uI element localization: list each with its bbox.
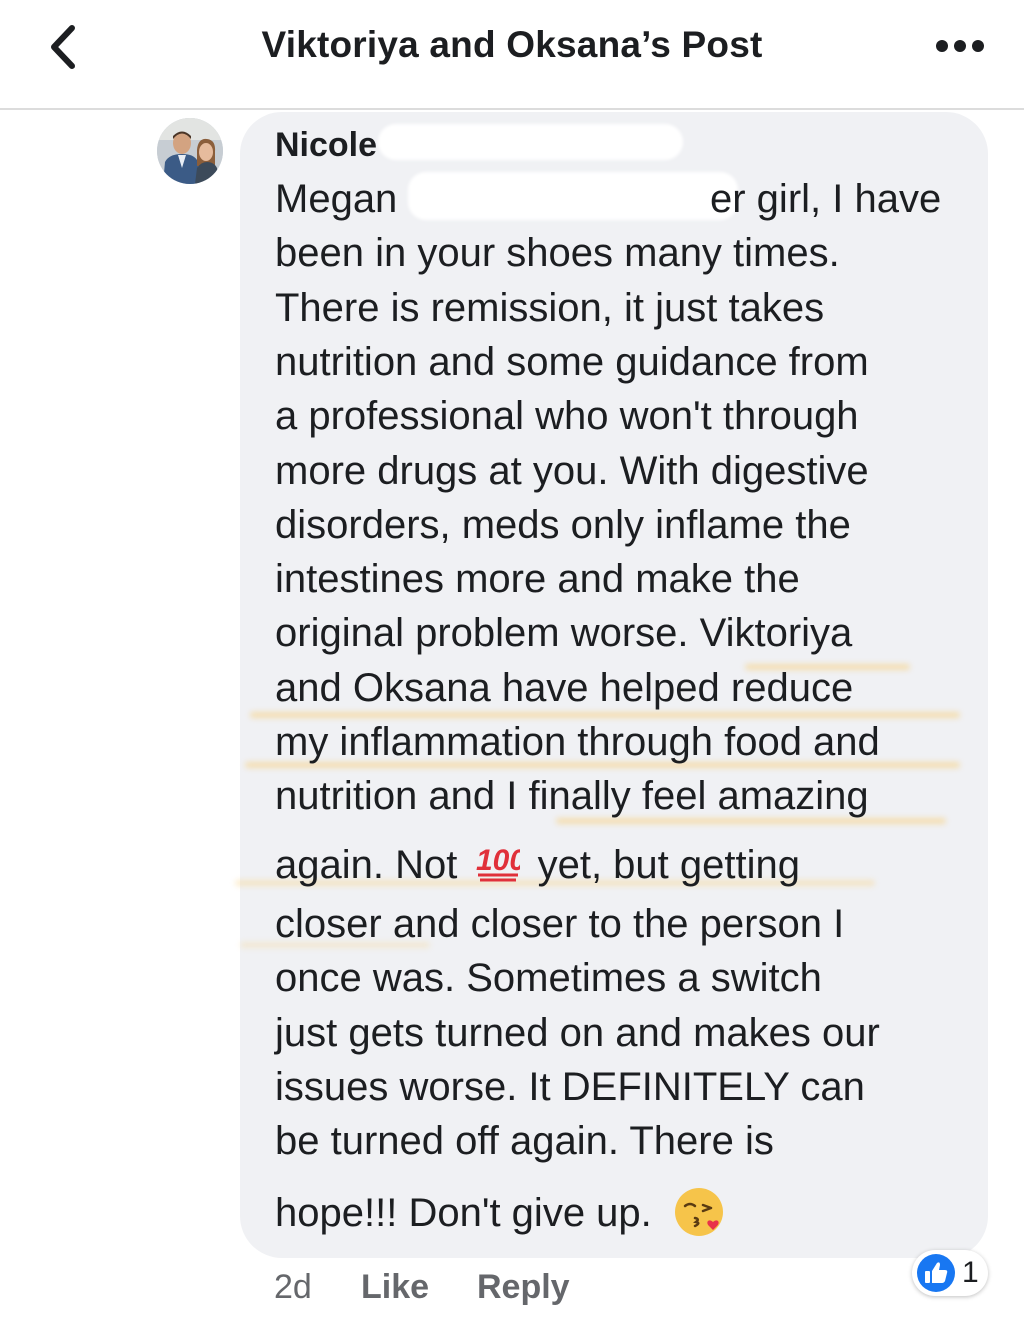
comment-line: disorders, meds only inflame the: [275, 503, 851, 547]
reply-button[interactable]: Reply: [477, 1268, 570, 1307]
comment-line: intestines more and make the: [275, 557, 800, 601]
comment-line: Megan: [275, 174, 397, 224]
comment-line: be turned off again. There is: [275, 1119, 774, 1163]
comment-timestamp: 2d: [274, 1268, 312, 1306]
comment-line: just gets turned on and makes our: [275, 1011, 880, 1055]
comment-line: nutrition and I finally feel amazing: [275, 774, 869, 818]
comment-line: hope!!! Don't give up.: [275, 1186, 725, 1238]
avatar[interactable]: [157, 118, 223, 184]
comment-line: issues worse. It DEFINITELY can: [275, 1065, 865, 1109]
comment-line: once was. Sometimes a switch: [275, 956, 822, 1000]
post-header: Viktoriya and Oksana’s Post: [0, 0, 1024, 110]
svg-text:100: 100: [476, 844, 520, 877]
comment-line: again. Not 100 yet, but getting: [275, 842, 800, 887]
redaction-mark: [378, 124, 683, 160]
mention-name[interactable]: Megan: [275, 177, 397, 221]
comment-line: been in your shoes many times.: [275, 231, 840, 275]
more-options-button[interactable]: [930, 30, 990, 64]
comment-line: original problem worse. Viktoriya: [275, 611, 853, 655]
like-thumb-icon: [917, 1254, 955, 1292]
like-button[interactable]: Like: [361, 1268, 429, 1307]
profile-photo: [157, 118, 223, 184]
face-blowing-kiss-emoji: [673, 1186, 725, 1238]
redaction-mark: [408, 172, 738, 220]
more-horizontal-icon: [936, 40, 948, 52]
comment-line: my inflammation through food and: [275, 720, 880, 764]
comment-line: and Oksana have helped reduce: [275, 666, 854, 710]
page-title: Viktoriya and Oksana’s Post: [261, 24, 763, 65]
comment-line: more drugs at you. With digestive: [275, 449, 869, 493]
comment-line: closer and closer to the person I: [275, 902, 845, 946]
comment-line: a professional who won't through: [275, 394, 859, 438]
comment-line: There is remission, it just takes: [275, 286, 825, 330]
reaction-count: 1: [962, 1256, 979, 1289]
hundred-points-emoji: 100: [474, 842, 527, 882]
comment-line: er girl, I have: [710, 177, 942, 221]
reaction-count-badge[interactable]: 1: [912, 1250, 988, 1296]
comment-author[interactable]: Nicole: [275, 126, 377, 165]
comment-line: nutrition and some guidance from: [275, 340, 869, 384]
